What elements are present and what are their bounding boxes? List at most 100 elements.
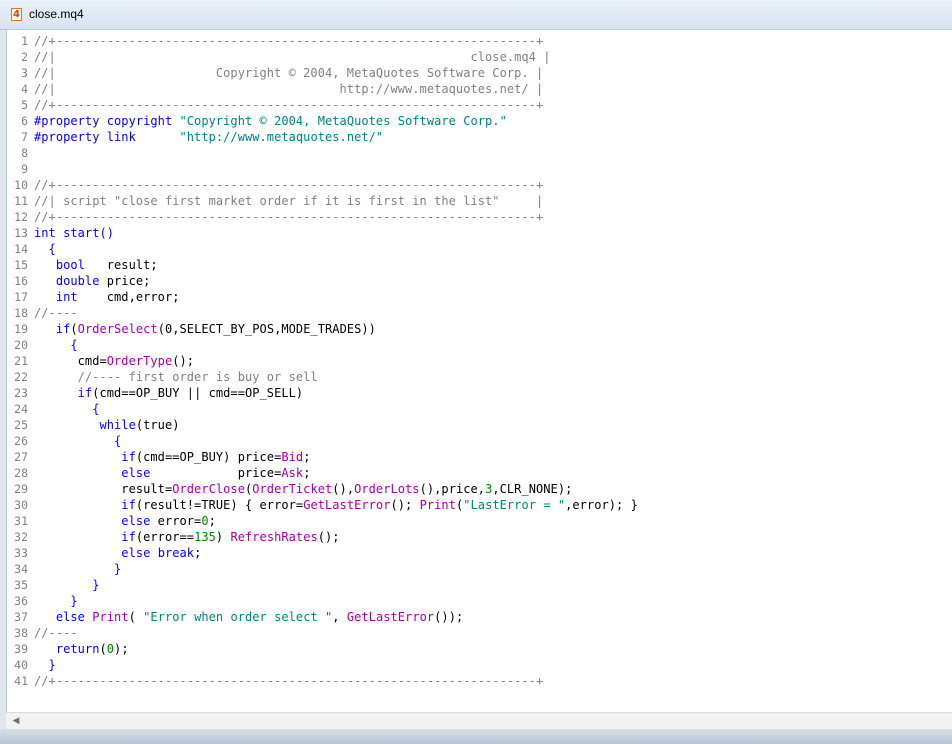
code-lines: 1 //+------------------------------------… xyxy=(7,33,947,689)
code-editor[interactable]: 1 //+------------------------------------… xyxy=(6,30,952,712)
code-token: (cmd==OP_BUY || cmd==OP_SELL) xyxy=(92,386,304,400)
code-token: ; xyxy=(303,450,311,464)
code-line[interactable]: 27 if(cmd==OP_BUY) price=Bid; xyxy=(7,449,947,465)
code-line[interactable]: 9 xyxy=(7,161,947,177)
code-line[interactable]: 39 return(0); xyxy=(7,641,947,657)
line-number: 4 xyxy=(21,82,28,96)
code-text: if(result!=TRUE) { error=GetLastError();… xyxy=(34,497,638,513)
code-line[interactable]: 21 cmd=OrderType(); xyxy=(7,353,947,369)
code-line[interactable]: 15 bool result; xyxy=(7,257,947,273)
code-token: ; xyxy=(303,466,311,480)
code-line[interactable]: 40 } xyxy=(7,657,947,673)
code-line[interactable]: 13 int start() xyxy=(7,225,947,241)
code-token: 0 xyxy=(106,642,115,656)
line-number: 37 xyxy=(14,610,28,624)
code-text: //+-------------------------------------… xyxy=(34,33,543,49)
code-text: } xyxy=(34,577,99,593)
code-line[interactable]: 31 else error=0; xyxy=(7,513,947,529)
code-line[interactable]: 16 double price; xyxy=(7,273,947,289)
code-text: //+-------------------------------------… xyxy=(34,177,543,193)
code-line[interactable]: 11 //| script "close first market order i… xyxy=(7,193,947,209)
code-token: ,CLR_NONE); xyxy=(492,482,573,496)
code-line[interactable]: 10 //+-----------------------------------… xyxy=(7,177,947,193)
code-token: (); xyxy=(317,530,340,544)
line-number: 31 xyxy=(14,514,28,528)
code-line[interactable]: 17 int cmd,error; xyxy=(7,289,947,305)
code-token: (result!=TRUE) { error= xyxy=(135,498,304,512)
code-text: return(0); xyxy=(34,641,129,657)
line-number: 27 xyxy=(14,450,28,464)
code-line[interactable]: 19 if(OrderSelect(0,SELECT_BY_POS,MODE_T… xyxy=(7,321,947,337)
code-text: } xyxy=(34,561,121,577)
code-line[interactable]: 28 else price=Ask; xyxy=(7,465,947,481)
code-line[interactable]: 37 else Print( "Error when order select … xyxy=(7,609,947,625)
code-line[interactable]: 41 //+-----------------------------------… xyxy=(7,673,947,689)
code-token: start xyxy=(63,226,100,240)
line-number: 35 xyxy=(14,578,28,592)
code-token: //+-------------------------------------… xyxy=(34,98,544,112)
line-number: 17 xyxy=(14,290,28,304)
code-line[interactable]: 2 //| close.mq4 | xyxy=(7,49,947,65)
line-number: 2 xyxy=(21,50,28,64)
code-line[interactable]: 5 //+------------------------------------… xyxy=(7,97,947,113)
code-line[interactable]: 25 while(true) xyxy=(7,417,947,433)
mq4-file-icon: 4 xyxy=(11,8,22,21)
code-line[interactable]: 35 } xyxy=(7,577,947,593)
code-token: { xyxy=(34,402,100,416)
code-text: bool result; xyxy=(34,257,158,273)
code-token: ( xyxy=(70,322,78,336)
code-token: (); xyxy=(172,354,195,368)
code-line[interactable]: 1 //+------------------------------------… xyxy=(7,33,947,49)
code-token: OrderClose xyxy=(172,482,245,496)
line-number: 18 xyxy=(14,306,28,320)
code-line[interactable]: 34 } xyxy=(7,561,947,577)
document-tab-title[interactable]: close.mq4 xyxy=(29,7,84,21)
code-line[interactable]: 14 { xyxy=(7,241,947,257)
code-text: //| http://www.metaquotes.net/ | xyxy=(34,81,543,97)
line-number: 34 xyxy=(14,562,28,576)
code-line[interactable]: 12 //+-----------------------------------… xyxy=(7,209,947,225)
code-line[interactable]: 23 if(cmd==OP_BUY || cmd==OP_SELL) xyxy=(7,385,947,401)
code-token: else xyxy=(121,466,151,480)
code-text: #property copyright "Copyright © 2004, M… xyxy=(34,113,507,129)
line-number: 26 xyxy=(14,434,28,448)
scroll-left-arrow-icon[interactable]: ◀ xyxy=(10,715,22,727)
code-line[interactable]: 26 { xyxy=(7,433,947,449)
code-token: } xyxy=(34,578,100,592)
code-text: cmd=OrderType(); xyxy=(34,353,194,369)
code-text: { xyxy=(34,337,78,353)
code-line[interactable]: 33 else break; xyxy=(7,545,947,561)
code-line[interactable]: 32 if(error==135) RefreshRates(); xyxy=(7,529,947,545)
horizontal-scrollbar[interactable]: ◀ xyxy=(6,712,952,729)
code-line[interactable]: 8 xyxy=(7,145,947,161)
code-token: else xyxy=(55,610,85,624)
code-line[interactable]: 29 result=OrderClose(OrderTicket(),Order… xyxy=(7,481,947,497)
code-token: (error== xyxy=(135,530,195,544)
code-line[interactable]: 3 //| Copyright © 2004, MetaQuotes Softwa… xyxy=(7,65,947,81)
code-line[interactable]: 6 #property copyright "Copyright © 2004, … xyxy=(7,113,947,129)
code-line[interactable]: 38 //---- xyxy=(7,625,947,641)
code-text: } xyxy=(34,657,56,673)
code-line[interactable]: 4 //| http://www.metaquotes.net/ | xyxy=(7,81,947,97)
code-line[interactable]: 18 //---- xyxy=(7,305,947,321)
code-line[interactable]: 36 } xyxy=(7,593,947,609)
code-text: { xyxy=(34,433,121,449)
code-line[interactable]: 20 { xyxy=(7,337,947,353)
code-token: bool xyxy=(55,258,85,272)
code-text: if(error==135) RefreshRates(); xyxy=(34,529,340,545)
code-token: if xyxy=(121,530,136,544)
code-line[interactable]: 30 if(result!=TRUE) { error=GetLastError… xyxy=(7,497,947,513)
code-token: cmd= xyxy=(34,354,107,368)
code-line[interactable]: 22 //---- first order is buy or sell xyxy=(7,369,947,385)
code-token: //---- first order is buy or sell xyxy=(34,370,318,384)
code-token: Ask xyxy=(281,466,304,480)
line-number: 1 xyxy=(21,34,28,48)
code-line[interactable]: 24 { xyxy=(7,401,947,417)
code-line[interactable]: 7 #property link "http://www.metaquotes.n… xyxy=(7,129,947,145)
